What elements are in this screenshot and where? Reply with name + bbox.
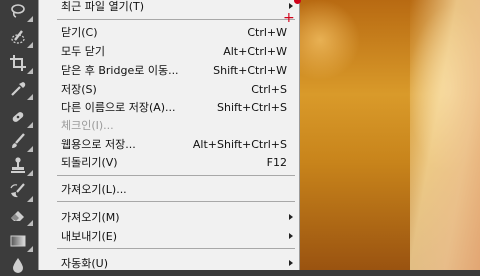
menu-item-label: 웹용으로 저장... xyxy=(61,138,136,151)
menu-item-check-in: 체크인(I)... xyxy=(39,116,299,135)
menu-item-label: 체크인(I)... xyxy=(61,119,114,132)
submenu-arrow-icon xyxy=(289,260,293,266)
menu-item-shortcut: Shift+Ctrl+S xyxy=(217,101,287,114)
canvas-photo[interactable] xyxy=(300,0,480,270)
menu-item-label: 닫은 후 Bridge로 이동... xyxy=(61,64,179,77)
menu-item-close[interactable]: 닫기(C) Ctrl+W xyxy=(39,23,299,42)
menu-item-shortcut: F12 xyxy=(266,156,287,169)
tools-panel xyxy=(0,0,39,273)
eraser-icon[interactable] xyxy=(7,204,33,226)
menu-item-shortcut: Shift+Ctrl+W xyxy=(213,64,287,77)
gradient-icon[interactable] xyxy=(7,230,33,252)
file-menu-dropdown: 최근 파일 열기(T) 닫기(C) Ctrl+W 모두 닫기 Alt+Ctrl+… xyxy=(38,0,301,273)
submenu-arrow-icon xyxy=(289,214,293,220)
spot-healing-brush-icon[interactable] xyxy=(7,106,33,128)
menu-item-save-for-web[interactable]: 웹용으로 저장... Alt+Shift+Ctrl+S xyxy=(39,135,299,154)
menu-item-label: 가져오기(L)... xyxy=(61,183,127,196)
clone-stamp-icon[interactable] xyxy=(7,154,33,176)
brush-icon[interactable] xyxy=(7,130,33,152)
crop-icon[interactable] xyxy=(7,52,33,74)
quick-selection-icon[interactable] xyxy=(7,26,33,48)
menu-item-label: 다른 이름으로 저장(A)... xyxy=(61,101,176,114)
menu-item-label: 내보내기(E) xyxy=(61,230,118,243)
menu-item-label: 자동화(U) xyxy=(61,257,108,270)
lasso-icon[interactable] xyxy=(7,0,33,22)
menu-item-import[interactable]: 가져오기(M) xyxy=(39,208,299,227)
menu-item-recent-files[interactable]: 최근 파일 열기(T) xyxy=(39,0,299,16)
menu-item-shortcut: Ctrl+W xyxy=(247,26,287,39)
red-annotation-mark xyxy=(294,0,301,4)
menu-item-close-all[interactable]: 모두 닫기 Alt+Ctrl+W xyxy=(39,42,299,61)
menu-item-shortcut: Alt+Ctrl+W xyxy=(223,45,287,58)
menu-item-revert[interactable]: 되돌리기(V) F12 xyxy=(39,153,299,172)
eyedropper-icon[interactable] xyxy=(7,78,33,100)
menu-separator xyxy=(57,19,295,20)
blur-icon[interactable] xyxy=(7,254,29,276)
menu-item-shortcut: Alt+Shift+Ctrl+S xyxy=(192,138,287,151)
menu-item-save[interactable]: 저장(S) Ctrl+S xyxy=(39,80,299,99)
menu-separator xyxy=(57,201,295,202)
menu-item-label: 닫기(C) xyxy=(61,26,98,39)
menu-item-automate[interactable]: 자동화(U) xyxy=(39,254,299,273)
menu-item-close-and-go-to-bridge[interactable]: 닫은 후 Bridge로 이동... Shift+Ctrl+W xyxy=(39,61,299,80)
photo-hair-highlight xyxy=(410,0,480,270)
cursor-crosshair-icon: + xyxy=(283,10,295,26)
menu-item-label: 저장(S) xyxy=(61,83,97,96)
submenu-arrow-icon xyxy=(289,233,293,239)
menu-item-shortcut: Ctrl+S xyxy=(251,83,287,96)
menu-item-label: 최근 파일 열기(T) xyxy=(61,0,145,13)
menu-item-export[interactable]: 내보내기(E) xyxy=(39,227,299,246)
menu-item-place[interactable]: 가져오기(L)... xyxy=(39,180,299,199)
submenu-arrow-icon xyxy=(289,3,293,9)
menu-item-save-as[interactable]: 다른 이름으로 저장(A)... Shift+Ctrl+S xyxy=(39,98,299,117)
menu-item-label: 되돌리기(V) xyxy=(61,156,118,169)
menu-item-label: 가져오기(M) xyxy=(61,211,120,224)
menu-item-label: 모두 닫기 xyxy=(61,45,105,58)
history-brush-icon[interactable] xyxy=(7,180,33,202)
menu-separator xyxy=(57,248,295,249)
menu-separator xyxy=(57,175,295,176)
